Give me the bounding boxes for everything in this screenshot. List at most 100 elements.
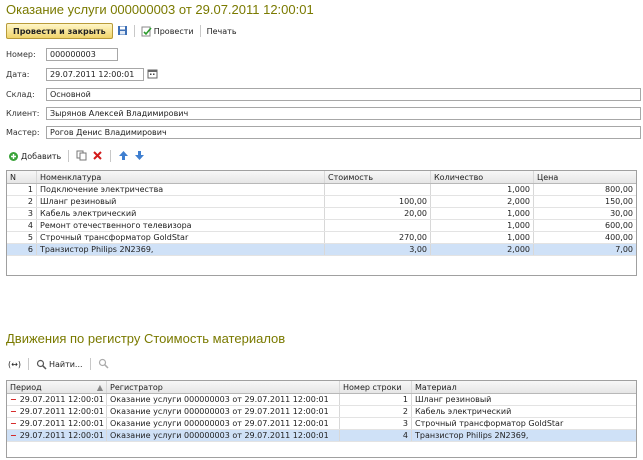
post-label: Провести	[153, 26, 194, 36]
number-field[interactable]: 000000003	[46, 47, 118, 61]
table-row[interactable]: 4 Ремонт отечественного телевизора 1,000…	[7, 220, 636, 232]
register-row-selected[interactable]: −29.07.2011 12:00:01 Оказание услуги 000…	[7, 430, 636, 442]
cell-cost	[325, 184, 431, 195]
cell-line-number: 3	[340, 418, 412, 429]
cell-n: 6	[7, 244, 37, 255]
client-field[interactable]: Зырянов Алексей Владимирович	[46, 106, 641, 120]
col-line-number[interactable]: Номер строки	[340, 381, 412, 393]
register-table: Период ▲ Регистратор Номер строки Матери…	[6, 380, 637, 458]
register-title: Движения по регистру Стоимость материало…	[6, 331, 286, 346]
period-value: 29.07.2011 12:00:01	[19, 395, 104, 404]
find-label: Найти...	[48, 359, 83, 369]
cell-price: 150,00	[605, 197, 633, 206]
delete-icon[interactable]	[92, 150, 103, 163]
client-row: Клиент: Зырянов Алексей Владимирович	[6, 106, 641, 120]
document-toolbar: Провести и закрыть Провести Печать	[6, 22, 237, 40]
col-price[interactable]: Цена	[534, 171, 636, 183]
table-row[interactable]: 2 Шланг резиновый 100,00 2,000 150,00	[7, 196, 636, 208]
cell-period: −29.07.2011 12:00:01	[7, 430, 107, 441]
print-button[interactable]: Печать	[207, 27, 237, 36]
cell-n: 2	[7, 196, 37, 207]
register-row[interactable]: −29.07.2011 12:00:01 Оказание услуги 000…	[7, 394, 636, 406]
period-value: 29.07.2011 12:00:01	[19, 431, 104, 440]
col-material[interactable]: Материал	[412, 381, 636, 393]
cell-quantity: 1,000	[431, 208, 534, 219]
table-row-selected[interactable]: 6 Транзистор Philips 2N2369, 3,00 2,000 …	[7, 244, 636, 256]
cell-material: Шланг резиновый	[415, 395, 492, 404]
col-n[interactable]: N	[7, 171, 37, 183]
cell-material: Строчный трансформатор GoldStar	[415, 419, 564, 428]
cell-registrar: Оказание услуги 000000003 от 29.07.2011 …	[107, 394, 340, 405]
cell-price: 7,00	[615, 245, 633, 254]
add-label: Добавить	[21, 151, 62, 161]
table-row[interactable]: 3 Кабель электрический 20,00 1,000 30,00	[7, 208, 636, 220]
warehouse-field[interactable]: Основной	[46, 87, 641, 101]
search-icon	[36, 359, 47, 370]
col-registrar[interactable]: Регистратор	[107, 381, 340, 393]
move-down-icon[interactable]	[134, 150, 145, 163]
sort-asc-icon: ▲	[96, 382, 103, 392]
cell-n: 3	[7, 208, 37, 219]
register-row[interactable]: −29.07.2011 12:00:01 Оказание услуги 000…	[7, 406, 636, 418]
find-button[interactable]: Найти...	[36, 359, 83, 370]
post-and-close-button[interactable]: Провести и закрыть	[6, 23, 113, 39]
date-field[interactable]: 29.07.2011 12:00:01	[46, 67, 144, 81]
add-button[interactable]: Добавить	[8, 151, 61, 162]
table-row[interactable]: 5 Строчный трансформатор GoldStar 270,00…	[7, 232, 636, 244]
cell-nomenclature: Кабель электрический	[37, 208, 325, 219]
cell-registrar: Оказание услуги 000000003 от 29.07.2011 …	[107, 430, 340, 441]
register-row[interactable]: −29.07.2011 12:00:01 Оказание услуги 000…	[7, 418, 636, 430]
toolbar-divider	[89, 358, 91, 370]
col-nomenclature[interactable]: Номенклатура	[37, 171, 325, 183]
toolbar-divider	[68, 150, 70, 162]
cancel-search-icon[interactable]	[98, 358, 109, 371]
cell-registrar: Оказание услуги 000000003 от 29.07.2011 …	[107, 406, 340, 417]
register-toolbar: (↔) Найти...	[8, 357, 109, 371]
add-icon	[9, 151, 18, 161]
register-table-header: Период ▲ Регистратор Номер строки Матери…	[7, 381, 636, 394]
cell-registrar: Оказание услуги 000000003 от 29.07.2011 …	[107, 418, 340, 429]
cell-cost: 100,00	[325, 196, 431, 207]
cell-line-number: 4	[340, 430, 412, 441]
cell-period: −29.07.2011 12:00:01	[7, 406, 107, 417]
cell-n: 1	[7, 184, 37, 195]
warehouse-row: Склад: Основной	[6, 87, 641, 101]
copy-icon[interactable]	[76, 150, 87, 163]
cell-price: 600,00	[605, 221, 633, 230]
date-label: Дата:	[6, 69, 30, 79]
period-value: 29.07.2011 12:00:01	[19, 419, 104, 428]
expand-icon[interactable]: (↔)	[8, 360, 21, 369]
col-cost[interactable]: Стоимость	[325, 171, 431, 183]
cell-nomenclature: Строчный трансформатор GoldStar	[37, 232, 325, 243]
col-period[interactable]: Период ▲	[7, 381, 107, 393]
table-row[interactable]: 1 Подключение электричества 1,000 800,00	[7, 184, 636, 196]
col-quantity[interactable]: Количество	[431, 171, 534, 183]
cell-material: Транзистор Philips 2N2369,	[415, 431, 529, 440]
cell-nomenclature: Ремонт отечественного телевизора	[37, 220, 325, 231]
master-label: Мастер:	[6, 127, 40, 137]
table-header: N Номенклатура Стоимость Количество Цена	[7, 171, 636, 184]
cell-line-number: 2	[340, 406, 412, 417]
cell-cost: 3,00	[325, 244, 431, 255]
cell-nomenclature: Шланг резиновый	[37, 196, 325, 207]
client-label: Клиент:	[6, 108, 40, 118]
move-up-icon[interactable]	[118, 150, 129, 163]
cell-line-number: 1	[340, 394, 412, 405]
cell-quantity: 2,000	[431, 244, 534, 255]
calendar-icon[interactable]	[147, 68, 158, 81]
services-table: N Номенклатура Стоимость Количество Цена…	[6, 170, 637, 276]
number-label: Номер:	[6, 49, 36, 59]
warehouse-label: Склад:	[6, 89, 35, 99]
cell-price: 800,00	[605, 185, 633, 194]
toolbar-divider	[110, 150, 112, 162]
expense-icon: −	[10, 407, 17, 416]
master-field[interactable]: Рогов Денис Владимирович	[46, 125, 641, 139]
post-button[interactable]: Провести	[141, 26, 194, 37]
cell-cost: 270,00	[325, 232, 431, 243]
toolbar-divider	[133, 25, 135, 37]
number-row: Номер: 000000003	[6, 47, 118, 61]
save-icon[interactable]	[117, 25, 128, 38]
cell-price: 400,00	[605, 233, 633, 242]
cell-quantity: 2,000	[431, 196, 534, 207]
cell-n: 5	[7, 232, 37, 243]
